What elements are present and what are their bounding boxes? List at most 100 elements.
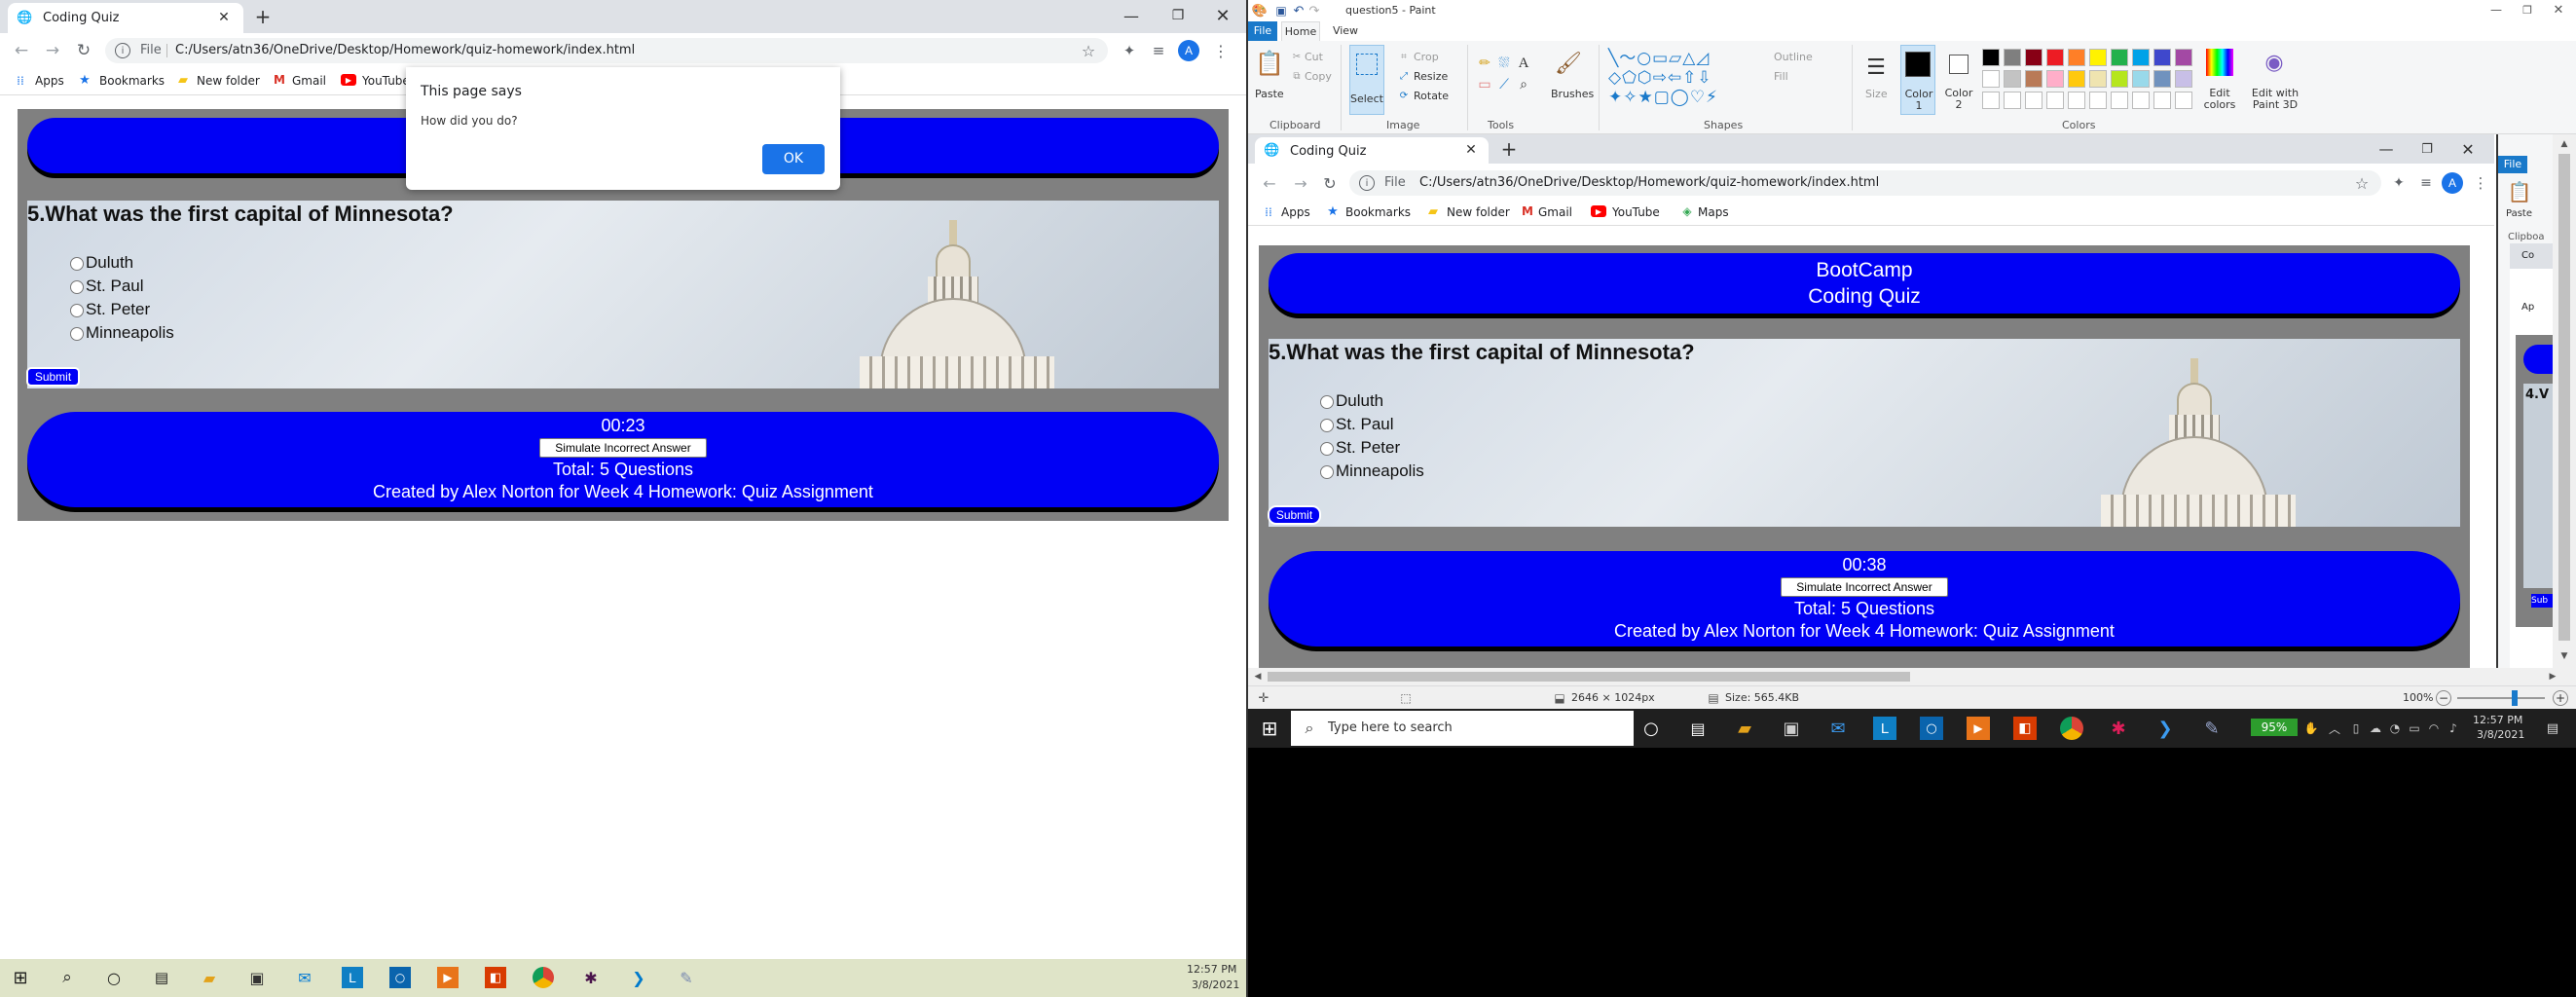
new-tab-icon[interactable]: +	[251, 5, 275, 28]
dialog-ok-button[interactable]: OK	[762, 144, 825, 174]
scroll-thumb[interactable]	[2558, 154, 2570, 641]
info-icon[interactable]: i	[115, 43, 130, 58]
canvas-image[interactable]: 🌐 Coding Quiz ✕ + — ❐ ✕ ← → ↻ i File C:/…	[1248, 134, 2553, 668]
bookmark-youtube[interactable]: YouTube	[362, 74, 410, 88]
empty-palette-swatch[interactable]	[2004, 92, 2021, 109]
canvas-vertical-scrollbar[interactable]: ▲ ▼	[2553, 134, 2576, 668]
inner-forward-icon[interactable]: →	[1291, 173, 1310, 193]
option-st-paul[interactable]: St. Paul	[70, 277, 265, 298]
store-icon[interactable]: ▣	[246, 967, 268, 988]
close-tab-icon[interactable]: ✕	[216, 10, 232, 25]
inner-radio-st-peter[interactable]	[1320, 442, 1334, 456]
option-minneapolis[interactable]: Minneapolis	[70, 323, 265, 345]
restore-icon[interactable]: ❐	[1166, 4, 1190, 27]
forward-icon[interactable]: →	[43, 41, 62, 60]
inner-back-icon[interactable]: ←	[1260, 173, 1279, 193]
inner-simulate-incorrect-button[interactable]: Simulate Incorrect Answer	[1781, 577, 1948, 597]
cut-label[interactable]: Cut	[1305, 51, 1323, 63]
palette-swatch[interactable]	[2089, 49, 2107, 66]
eraser-icon[interactable]: ▭	[1476, 76, 1493, 93]
address-bar[interactable]: i File C:/Users/atn36/OneDrive/Desktop/H…	[105, 38, 1108, 63]
palette-swatch[interactable]	[2004, 49, 2021, 66]
palette-swatch[interactable]	[2111, 49, 2128, 66]
undo-icon[interactable]: ↶	[1291, 3, 1306, 18]
cut-icon[interactable]: ✂	[1291, 51, 1303, 62]
simulate-incorrect-button[interactable]: Simulate Incorrect Answer	[539, 438, 707, 458]
file-explorer-icon[interactable]: ▰	[199, 967, 220, 988]
tb2-battery-badge[interactable]: 95%	[2251, 719, 2298, 736]
h-scroll-thumb[interactable]	[1268, 672, 1910, 682]
tb2-outlook-icon[interactable]: ○	[1920, 717, 1943, 740]
inner-extensions-icon[interactable]: ✦	[2389, 173, 2409, 193]
task-view-icon[interactable]: ▤	[151, 967, 172, 988]
color-palette[interactable]	[1982, 49, 2196, 113]
inner-radio-st-paul[interactable]	[1320, 419, 1334, 432]
palette-swatch[interactable]	[2068, 70, 2085, 88]
vscode-icon[interactable]: ❯	[628, 967, 649, 988]
option-duluth[interactable]: Duluth	[70, 253, 265, 275]
inner-restore-icon[interactable]: ❐	[2416, 138, 2438, 160]
paste-icon[interactable]: 📋	[1255, 49, 1284, 78]
inner-bookmark-apps[interactable]: Apps	[1281, 205, 1310, 219]
copy-label[interactable]: Copy	[1305, 70, 1332, 83]
paint3d-icon[interactable]: ◉	[2261, 49, 2288, 76]
shapes-gallery[interactable]: ╲〜○▭▱△◿ ◇⬠⬡⇨⇦⇧⇩ ✦✧★▢◯♡⚡	[1608, 49, 1754, 107]
palette-swatch[interactable]	[2089, 70, 2107, 88]
inner-bookmark-gmail[interactable]: Gmail	[1538, 205, 1572, 219]
extensions-icon[interactable]: ✦	[1120, 41, 1139, 60]
palette-swatch[interactable]	[2046, 70, 2064, 88]
search-icon[interactable]: ⌕	[56, 967, 78, 988]
tb2-explorer-icon[interactable]: ▰	[1733, 717, 1756, 740]
zoom-out-icon[interactable]: −	[2436, 690, 2451, 706]
size-label[interactable]: Size	[1865, 88, 1888, 100]
option-st-peter[interactable]: St. Peter	[70, 300, 265, 321]
scroll-right-icon[interactable]: ▶	[2547, 671, 2558, 683]
inner-profile-avatar[interactable]: A	[2442, 172, 2463, 194]
tb2-task-view-icon[interactable]: ▤	[1686, 717, 1710, 740]
save-icon[interactable]: ▣	[1273, 3, 1289, 18]
outlook-icon[interactable]: ○	[389, 967, 411, 988]
inner-option-duluth[interactable]: Duluth	[1320, 391, 1515, 413]
color-picker-icon[interactable]: ⟋	[1495, 76, 1513, 93]
tb2-wifi-icon[interactable]: ◠	[2426, 719, 2442, 738]
bookmark-bookmarks[interactable]: Bookmarks	[99, 74, 165, 88]
mail-icon[interactable]: ✉	[294, 967, 315, 988]
palette-swatch[interactable]	[2025, 70, 2042, 88]
palette-swatch[interactable]	[2046, 49, 2064, 66]
tb2-chrome-icon[interactable]	[2060, 717, 2083, 740]
tb2-volume-icon[interactable]: ♪	[2446, 719, 2461, 738]
inner-new-tab-icon[interactable]: +	[1497, 137, 1521, 161]
inner-reading-icon[interactable]: ≡	[2416, 173, 2436, 193]
windows-start-icon[interactable]: ⊞	[10, 967, 31, 988]
color2-button[interactable]: Color 2	[1941, 45, 1976, 115]
palette-swatch[interactable]	[2068, 49, 2085, 66]
palette-swatch[interactable]	[2175, 49, 2192, 66]
inner-radio-minneapolis[interactable]	[1320, 465, 1334, 479]
palette-swatch[interactable]	[1982, 49, 2000, 66]
rotate-label[interactable]: Rotate	[1414, 90, 1449, 102]
inner-submit-button[interactable]: Submit	[1268, 505, 1321, 525]
palette-swatch[interactable]	[2004, 70, 2021, 88]
zoom-slider[interactable]	[2457, 690, 2545, 706]
radio-minneapolis[interactable]	[70, 327, 84, 341]
bookmark-gmail[interactable]: Gmail	[292, 74, 326, 88]
empty-palette-swatch[interactable]	[2111, 92, 2128, 109]
fill-bucket-icon[interactable]: ⛆	[1495, 55, 1513, 72]
tb2-tray-icon-1[interactable]: ▯	[2348, 719, 2364, 738]
size-icon[interactable]: ☰	[1861, 53, 1891, 82]
scroll-down-icon[interactable]: ▼	[2558, 650, 2570, 662]
empty-palette-swatch[interactable]	[2068, 92, 2085, 109]
empty-palette-swatch[interactable]	[2175, 92, 2192, 109]
inner-info-icon[interactable]: i	[1359, 175, 1375, 191]
tb2-paint-icon[interactable]: ✎	[2200, 717, 2224, 740]
bookmark-new-folder[interactable]: New folder	[197, 74, 260, 88]
paint-close-icon[interactable]: ✕	[2551, 2, 2566, 18]
paint3d-label[interactable]: Edit with Paint 3D	[2249, 88, 2301, 111]
redo-icon[interactable]: ↷	[1306, 3, 1322, 18]
office-icon[interactable]: ◧	[485, 967, 506, 988]
paste-label[interactable]: Paste	[1255, 88, 1284, 100]
inner-close-tab-icon[interactable]: ✕	[1463, 142, 1479, 158]
back-icon[interactable]: ←	[12, 41, 31, 60]
submit-button[interactable]: Submit	[26, 367, 80, 387]
inner-address-bar[interactable]: i File C:/Users/atn36/OneDrive/Desktop/H…	[1349, 170, 2381, 196]
